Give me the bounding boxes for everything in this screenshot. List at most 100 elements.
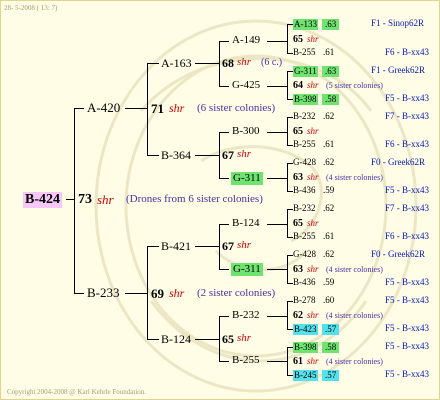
leaf-ref: F5 - B-xx43 — [385, 185, 430, 195]
leaf-value: .62 — [323, 249, 335, 259]
sister-note: (2 sister colonies) — [197, 287, 276, 299]
leaf-ref: F5 - B-xx43 — [385, 277, 430, 287]
leaf-ref: F0 - Greek62R — [371, 157, 425, 167]
leaf-ref: F5 - B-xx43 — [385, 341, 430, 351]
connector — [219, 41, 220, 87]
node-id: B-300 — [232, 125, 260, 137]
node-id: B-232 — [232, 309, 260, 321]
leaf-id: B-255 — [293, 139, 316, 149]
node-id: G-311 — [231, 172, 263, 185]
leaf-id: B-232 — [293, 203, 316, 213]
leaf-value: .60 — [323, 295, 335, 305]
gen-num: 65 — [293, 218, 303, 229]
connector — [219, 224, 229, 225]
leaf-id: B-423 — [293, 324, 318, 335]
node-id: G-311 — [231, 263, 263, 276]
gen-shr: shr — [237, 239, 252, 251]
connector — [287, 24, 288, 54]
connector — [267, 178, 287, 179]
connector — [287, 117, 288, 146]
node-id: G-425 — [232, 79, 261, 91]
leaf-ref: F5 - B-xx43 — [385, 93, 430, 103]
gen-shr: shr — [307, 310, 319, 320]
leaf-value: .61 — [323, 139, 335, 149]
leaf-ref: F5 - B-xx43 — [385, 369, 430, 379]
leaf-value: .57 — [322, 370, 340, 381]
leaf-id: B-436 — [293, 277, 316, 287]
gen-num: 63 — [293, 172, 303, 183]
connector — [287, 163, 288, 192]
leaf-id: B-278 — [293, 295, 316, 305]
gen-num: 64 — [293, 80, 303, 91]
connector — [219, 269, 229, 270]
gen-shr: shr — [237, 332, 252, 344]
connector — [267, 224, 287, 225]
gen-shr: shr — [307, 172, 319, 182]
connector — [195, 63, 219, 64]
sister-note: (4 sister colonies) — [326, 311, 383, 320]
copyright-footer: Copyright 2004-2008 @ Karl Kehrle Founda… — [7, 388, 147, 396]
connector — [287, 71, 288, 100]
connector — [195, 339, 219, 340]
gen-shr: shr — [237, 148, 252, 160]
gen-num: 65 — [293, 34, 303, 45]
leaf-ref: F5 - B-xx43 — [385, 323, 430, 333]
connector — [74, 293, 84, 294]
gen-shr: shr — [169, 286, 185, 300]
gen-shr: shr — [169, 101, 185, 115]
node-id: B-124 — [232, 217, 260, 229]
leaf-ref: F6 - B-xx43 — [385, 139, 430, 149]
connector — [267, 86, 287, 87]
leaf-ref: F5 - B-xx43 — [385, 295, 430, 305]
connector — [219, 132, 220, 179]
leaf-value: .61 — [323, 231, 335, 241]
leaf-ref: F6 - B-xx43 — [385, 231, 430, 241]
gen-shr: shr — [307, 264, 319, 274]
root-note: (Drones from 6 sister colonies) — [126, 193, 263, 205]
connector — [287, 209, 288, 238]
root-gen-num: 73 — [78, 192, 92, 207]
connector — [125, 293, 147, 294]
node-id: A-163 — [161, 56, 192, 70]
connector — [267, 316, 287, 317]
gen-num: 68 — [222, 56, 234, 70]
leaf-id: B-255 — [293, 47, 316, 57]
node-id: A-420 — [87, 100, 121, 115]
leaf-ref: F7 - B-xx43 — [385, 203, 430, 213]
leaf-value: .62 — [323, 157, 335, 167]
connector — [267, 361, 287, 362]
connector — [147, 155, 159, 156]
leaf-value: .63 — [322, 66, 340, 77]
gen-shr: shr — [307, 126, 319, 136]
leaf-id: B-398 — [293, 342, 318, 353]
connector — [147, 63, 159, 64]
node-id: B-421 — [161, 239, 191, 253]
gen-num: 69 — [151, 286, 164, 301]
sister-note: (4 sister colonies) — [326, 265, 383, 274]
leaf-id: B-436 — [293, 185, 316, 195]
connector — [287, 301, 288, 330]
gen-num: 67 — [222, 239, 234, 253]
leaf-value: .59 — [323, 185, 335, 195]
connector — [267, 132, 287, 133]
connector — [219, 132, 229, 133]
connector — [74, 108, 75, 294]
leaf-value: .62 — [323, 111, 335, 121]
connector — [219, 316, 229, 317]
leaf-id: A-133 — [293, 19, 318, 30]
leaf-ref: F6 - B-xx43 — [385, 47, 430, 57]
leaf-id: G-428 — [293, 249, 316, 259]
leaf-ref: F1 - Sinop62R — [371, 18, 425, 28]
node-id: A-149 — [232, 34, 261, 46]
gen-num: 63 — [293, 264, 303, 275]
leaf-ref: F0 - Greek62R — [371, 249, 425, 259]
connector — [287, 255, 288, 284]
connector — [219, 224, 220, 270]
gen-num: 65 — [222, 332, 234, 346]
sister-note: (6 sister colonies) — [197, 102, 276, 114]
leaf-value: .58 — [322, 94, 340, 105]
connector — [219, 41, 229, 42]
leaf-ref: F7 - B-xx43 — [385, 111, 430, 121]
sister-note: (5 sister colonies) — [326, 81, 383, 90]
sister-note: (6 c.) — [261, 57, 283, 68]
